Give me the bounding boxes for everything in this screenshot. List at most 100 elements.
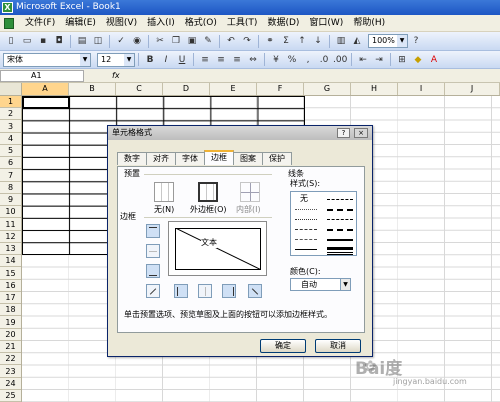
column-header-i[interactable]: I	[398, 83, 445, 95]
insert-function-icon[interactable]: fx	[112, 69, 120, 83]
print-preview-icon[interactable]: ◫	[91, 34, 105, 48]
help-icon[interactable]: ?	[409, 34, 423, 48]
font-color-icon[interactable]: A	[427, 53, 441, 67]
chevron-down-icon[interactable]: ▼	[340, 279, 350, 290]
tab-patterns[interactable]: 图案	[233, 152, 263, 165]
bold-button[interactable]: B	[143, 53, 157, 67]
chevron-down-icon[interactable]: ▼	[124, 53, 134, 66]
undo-icon[interactable]: ↶	[224, 34, 238, 48]
border-left-button[interactable]	[174, 284, 188, 298]
sort-descending-icon[interactable]: ↓	[311, 34, 325, 48]
cut-icon[interactable]: ✂	[153, 34, 167, 48]
font-size-select[interactable]: 12 ▼	[97, 52, 135, 67]
menu-tools[interactable]: 工具(T)	[222, 16, 263, 31]
menu-format[interactable]: 格式(O)	[180, 16, 222, 31]
chevron-down-icon[interactable]: ▼	[397, 35, 407, 47]
decrease-decimal-icon[interactable]: .00	[333, 53, 347, 67]
row-header[interactable]: 14	[0, 255, 21, 268]
row-header[interactable]: 16	[0, 280, 21, 292]
chart-wizard-icon[interactable]: ▥	[334, 34, 348, 48]
line-style-none[interactable]: 无	[300, 194, 308, 204]
select-all-corner[interactable]	[0, 83, 22, 96]
tab-border[interactable]: 边框	[204, 150, 234, 165]
cancel-button[interactable]: 取消	[315, 339, 361, 353]
workbook-icon[interactable]	[4, 17, 14, 29]
row-header[interactable]: 25	[0, 390, 21, 402]
column-header-h[interactable]: H	[351, 83, 398, 95]
name-box[interactable]: A1	[0, 70, 84, 82]
line-style-option[interactable]	[295, 209, 317, 210]
align-center-icon[interactable]: ≡	[214, 53, 228, 67]
row-header[interactable]: 1	[0, 96, 21, 108]
currency-icon[interactable]: ¥	[269, 53, 283, 67]
align-left-icon[interactable]: ≡	[198, 53, 212, 67]
tab-alignment[interactable]: 对齐	[146, 152, 176, 165]
row-header[interactable]: 3	[0, 121, 21, 133]
print-icon[interactable]: ▤	[75, 34, 89, 48]
row-header[interactable]: 13	[0, 243, 21, 255]
border-inside-vertical-button[interactable]	[198, 284, 212, 298]
redo-icon[interactable]: ↷	[240, 34, 254, 48]
new-icon[interactable]: ▯	[4, 34, 18, 48]
paste-icon[interactable]: ▣	[185, 34, 199, 48]
font-name-select[interactable]: 宋体 ▼	[3, 52, 91, 67]
border-top-button[interactable]	[146, 224, 160, 238]
hyperlink-icon[interactable]: ⚭	[263, 34, 277, 48]
increase-indent-icon[interactable]: ⇥	[372, 53, 386, 67]
column-header-a[interactable]: A	[22, 83, 69, 95]
fill-color-icon[interactable]: ◆	[411, 53, 425, 67]
dialog-title-bar[interactable]: 单元格格式	[108, 126, 372, 140]
line-style-option[interactable]	[327, 229, 353, 231]
line-style-option[interactable]	[295, 249, 317, 250]
menu-edit[interactable]: 编辑(E)	[60, 16, 101, 31]
line-style-option[interactable]	[327, 219, 353, 220]
tab-font[interactable]: 字体	[175, 152, 205, 165]
preset-inside-button[interactable]	[240, 182, 260, 202]
row-header[interactable]: 7	[0, 170, 21, 182]
menu-window[interactable]: 窗口(W)	[304, 16, 348, 31]
decrease-indent-icon[interactable]: ⇤	[356, 53, 370, 67]
ok-button[interactable]: 确定	[260, 339, 306, 353]
copy-icon[interactable]: ❐	[169, 34, 183, 48]
save-icon[interactable]: ▪	[36, 34, 50, 48]
border-diagonal-up-button[interactable]	[146, 284, 160, 298]
row-header[interactable]: 9	[0, 194, 21, 206]
row-header[interactable]: 24	[0, 378, 21, 390]
column-header-f[interactable]: F	[257, 83, 304, 95]
menu-view[interactable]: 视图(V)	[101, 16, 142, 31]
line-style-option[interactable]	[295, 239, 317, 240]
border-inside-horizontal-button[interactable]	[146, 244, 160, 258]
row-header[interactable]: 8	[0, 182, 21, 194]
row-header[interactable]: 17	[0, 292, 21, 304]
row-header[interactable]: 15	[0, 268, 21, 280]
percent-button[interactable]: %	[285, 53, 299, 67]
row-header[interactable]: 10	[0, 206, 21, 219]
comma-style-icon[interactable]: ,	[301, 53, 315, 67]
row-header[interactable]: 19	[0, 317, 21, 329]
line-style-option[interactable]	[327, 209, 353, 211]
tab-number[interactable]: 数字	[117, 152, 147, 165]
line-style-option[interactable]	[295, 229, 317, 230]
tab-protection[interactable]: 保护	[262, 152, 292, 165]
row-header[interactable]: 11	[0, 219, 21, 231]
border-preview[interactable]: 文本	[168, 221, 267, 276]
row-header[interactable]: 20	[0, 329, 21, 341]
align-right-icon[interactable]: ≡	[230, 53, 244, 67]
column-header-c[interactable]: C	[116, 83, 163, 95]
permission-icon[interactable]: ◘	[52, 34, 66, 48]
row-header[interactable]: 6	[0, 157, 21, 170]
line-color-select[interactable]: 自动 ▼	[290, 278, 351, 291]
line-style-option[interactable]	[327, 247, 353, 250]
menu-insert[interactable]: 插入(I)	[142, 16, 180, 31]
border-bottom-button[interactable]	[146, 264, 160, 278]
row-header[interactable]: 18	[0, 304, 21, 317]
border-diagonal-down-button[interactable]	[248, 284, 262, 298]
row-header[interactable]: 22	[0, 353, 21, 366]
menu-file[interactable]: 文件(F)	[20, 16, 60, 31]
zoom-select[interactable]: 100% ▼	[368, 34, 408, 48]
increase-decimal-icon[interactable]: .0	[317, 53, 331, 67]
sort-ascending-icon[interactable]: ↑	[295, 34, 309, 48]
line-style-list[interactable]: 无	[290, 191, 357, 256]
autosum-icon[interactable]: Σ	[279, 34, 293, 48]
column-header-j[interactable]: J	[445, 83, 500, 95]
